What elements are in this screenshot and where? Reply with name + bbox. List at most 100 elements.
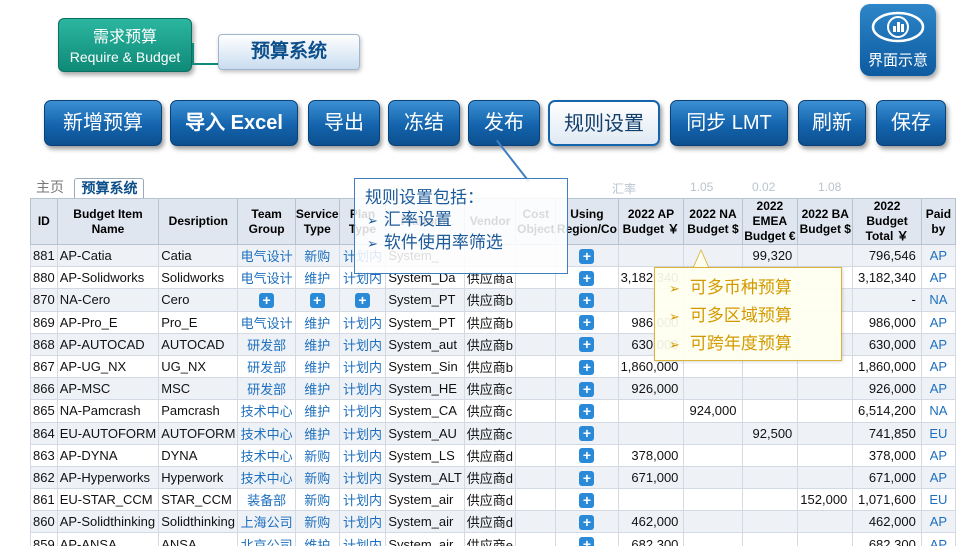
add-icon[interactable]: +	[579, 426, 595, 442]
sync-lmt-button[interactable]: 同步 LMT	[670, 100, 788, 146]
column-header[interactable]: Service Type	[294, 198, 340, 245]
cell-total: -	[852, 288, 922, 312]
table-row[interactable]: 865 NA-Pamcrash Pamcrash 技术中心 维护 计划内 System_CA…	[30, 399, 956, 423]
table-row[interactable]: 863 AP-DYNA DYNA 技术中心 新购 计划内 System_LS 供应商d +378…	[30, 443, 956, 467]
add-icon[interactable]: +	[579, 492, 595, 508]
cell-platform: System_ALT	[385, 465, 465, 490]
column-header[interactable]: Desription	[158, 198, 239, 245]
cell-id: 880	[30, 266, 58, 290]
add-icon[interactable]: +	[579, 248, 595, 264]
cell-name: AP-Hyperworks	[56, 465, 160, 490]
cell-vendor: 供应商b	[463, 310, 517, 334]
add-icon[interactable]: +	[309, 293, 325, 308]
column-header[interactable]: 2022 NA Budget $	[683, 198, 743, 245]
column-header[interactable]: 2022 AP Budget ￥	[617, 198, 685, 245]
sub-tab-budget-system[interactable]: 预算系统	[218, 34, 360, 70]
screen-demo-button[interactable]: 界面示意	[860, 4, 936, 76]
tab-budget-system[interactable]: 预算系统	[74, 178, 145, 198]
refresh-button[interactable]: 刷新	[798, 100, 866, 146]
column-header[interactable]: Team Group	[237, 198, 296, 245]
cell-region[interactable]: +	[555, 443, 619, 467]
cell-id: 868	[30, 332, 58, 356]
cell-region[interactable]: +	[555, 288, 619, 312]
cell-ap	[617, 399, 685, 423]
cell-cost	[515, 377, 557, 401]
tab-home[interactable]: 主页	[30, 178, 70, 198]
cell-region[interactable]: +	[555, 488, 619, 512]
cell-service: 维护	[294, 310, 340, 334]
rate-na: 1.05	[690, 180, 714, 194]
add-icon[interactable]: +	[579, 315, 595, 331]
cell-region[interactable]: +	[555, 377, 619, 401]
cell-desc: Hyperwork	[158, 465, 239, 490]
cell-service[interactable]: +	[294, 288, 340, 312]
cell-region[interactable]: +	[555, 310, 619, 334]
cell-region[interactable]: +	[555, 465, 619, 490]
cell-na: 924,000	[683, 399, 743, 423]
cell-id: 867	[30, 354, 58, 379]
add-icon[interactable]: +	[579, 537, 595, 546]
column-header[interactable]: 2022 EMEA Budget €	[741, 198, 799, 245]
cell-name: EU-AUTOFORM	[56, 421, 160, 445]
cell-desc: STAR_CCM	[158, 488, 239, 512]
column-header[interactable]: 2022 BA Budget $	[797, 198, 854, 245]
cell-total: 1,860,000	[852, 354, 922, 379]
cell-ap: 462,000	[617, 510, 685, 534]
column-header[interactable]: Paid by	[920, 198, 956, 245]
add-icon[interactable]: +	[579, 403, 595, 419]
cell-name: AP-Solidworks	[56, 266, 160, 290]
export-button[interactable]: 导出	[308, 100, 380, 146]
cell-region[interactable]: +	[555, 399, 619, 423]
cell-plan[interactable]: +	[338, 288, 387, 312]
cell-plan: 计划内	[338, 310, 387, 334]
add-icon[interactable]: +	[579, 381, 595, 397]
publish-button[interactable]: 发布	[468, 100, 540, 146]
column-header[interactable]: 2022 Budget Total ￥	[852, 198, 922, 245]
table-row[interactable]: 862 AP-Hyperworks Hyperwork 技术中心 新购 计划内 System…	[30, 465, 956, 490]
cell-region[interactable]: +	[555, 532, 619, 546]
cell-paid: NA	[920, 399, 956, 423]
cell-region[interactable]: +	[555, 510, 619, 534]
add-icon[interactable]: +	[579, 514, 595, 530]
cell-service: 维护	[294, 532, 340, 546]
cell-total: 462,000	[852, 510, 922, 534]
table-row[interactable]: 861 EU-STAR_CCM STAR_CCM 装备部 新购 计划内 System_air…	[30, 488, 956, 512]
add-icon[interactable]: +	[579, 470, 595, 486]
table-row[interactable]: 860 AP-Solidthinking Solidthinking 上海公司 新购 计划…	[30, 510, 956, 534]
cell-id: 863	[30, 443, 58, 467]
add-icon[interactable]: +	[259, 293, 275, 308]
add-icon[interactable]: +	[579, 270, 595, 286]
column-header[interactable]: Budget Item Name	[56, 198, 160, 245]
cell-region[interactable]: +	[555, 421, 619, 445]
table-row[interactable]: 866 AP-MSC MSC 研发部 维护 计划内 System_HE 供应商c +926,00…	[30, 377, 956, 401]
add-icon[interactable]: +	[579, 359, 595, 375]
add-icon[interactable]: +	[579, 337, 595, 353]
column-header[interactable]: ID	[30, 198, 58, 245]
cell-region[interactable]: +	[555, 332, 619, 356]
import-excel-button[interactable]: 导入 Excel	[170, 100, 298, 146]
cell-ap	[617, 243, 685, 268]
cell-team[interactable]: +	[237, 288, 296, 312]
rule-settings-button[interactable]: 规则设置	[548, 100, 660, 146]
save-button[interactable]: 保存	[876, 100, 946, 146]
cell-na	[683, 532, 743, 546]
cell-total: 3,182,340	[852, 266, 922, 290]
cell-plan: 计划内	[338, 421, 387, 445]
cell-service: 维护	[294, 421, 340, 445]
add-icon[interactable]: +	[579, 293, 595, 308]
monitor-eye-icon	[871, 11, 925, 43]
cell-desc: Catia	[158, 243, 239, 268]
cell-name: AP-UG_NX	[56, 354, 160, 379]
table-row[interactable]: 859 AP-ANSA ANSA 北京公司 维护 计划内 System_air 供应商e +68…	[30, 532, 956, 546]
cell-service: 新购	[294, 443, 340, 467]
freeze-button[interactable]: 冻结	[388, 100, 460, 146]
add-icon[interactable]: +	[354, 293, 370, 308]
add-icon[interactable]: +	[579, 448, 595, 464]
add-budget-button[interactable]: 新增预算	[44, 100, 162, 146]
stage-tab-require-budget[interactable]: 需求预算 Require & Budget	[58, 18, 192, 72]
cell-cost	[515, 443, 557, 467]
cell-region[interactable]: +	[555, 354, 619, 379]
features-callout: 可多币种预算 可多区域预算 可跨年度预算	[654, 267, 842, 361]
cell-team: 技术中心	[237, 443, 296, 467]
table-row[interactable]: 864 EU-AUTOFORM AUTOFORM 技术中心 维护 计划内 System_AU…	[30, 421, 956, 445]
